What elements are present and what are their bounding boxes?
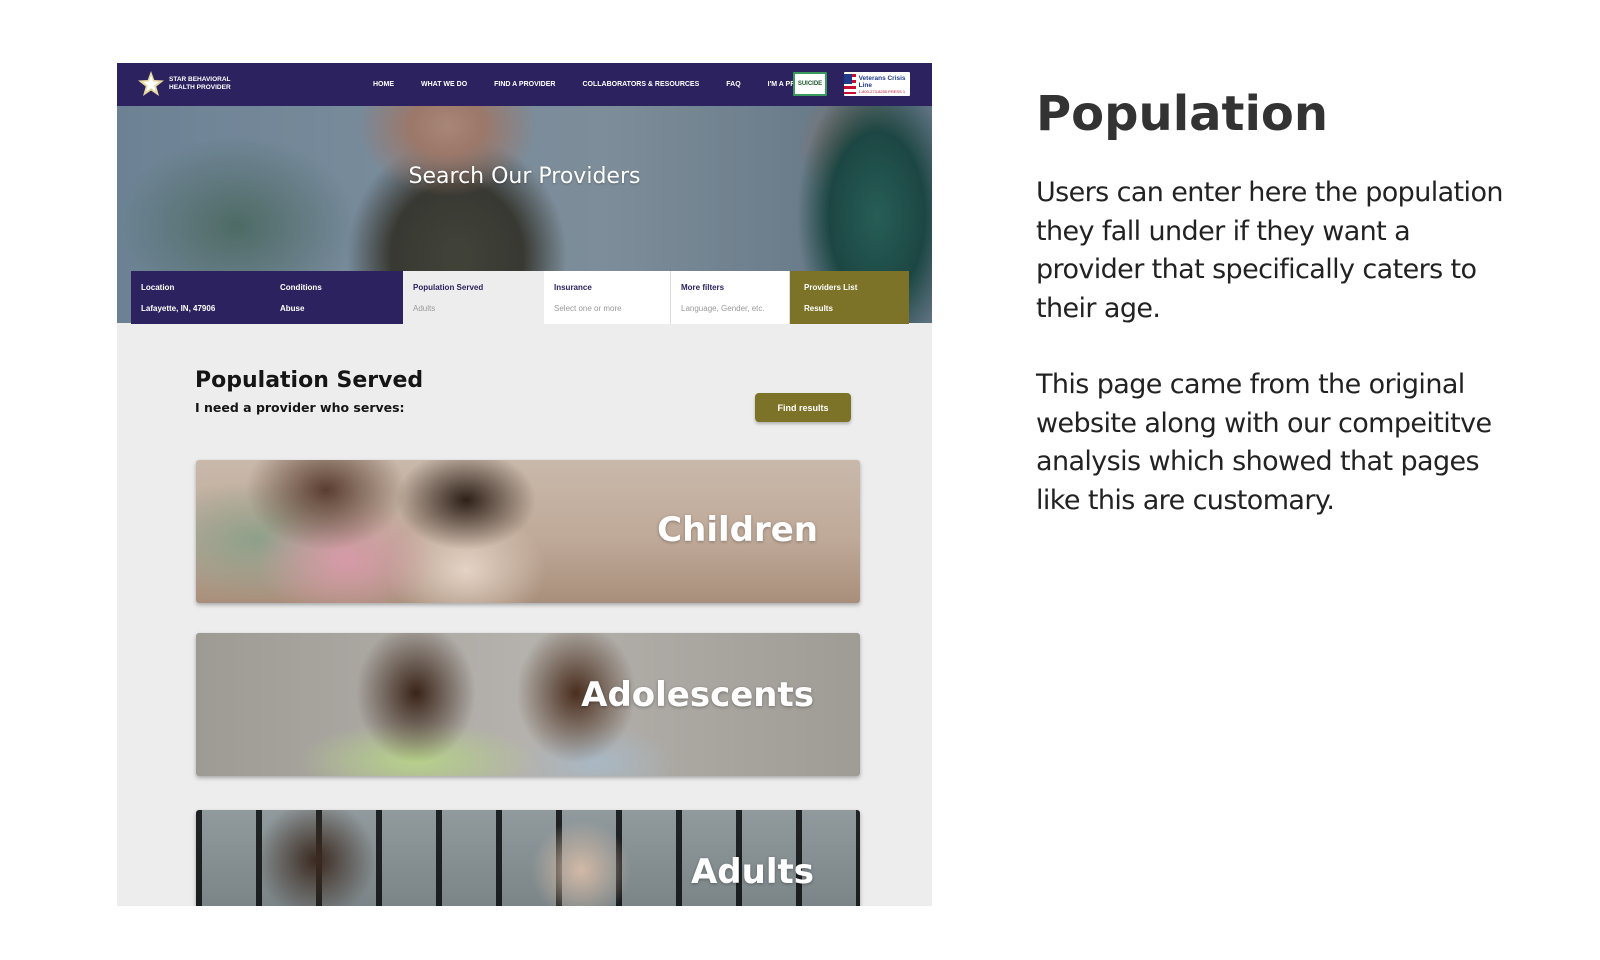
veterans-badge-phone: 1-800-273-8255 PRESS 1 xyxy=(858,88,906,94)
nav-link-what-we-do[interactable]: WHAT WE DO xyxy=(421,81,467,88)
nav-link-collaborators[interactable]: COLLABORATORS & RESOURCES xyxy=(582,81,699,88)
annotation-paragraph-2: This page came from the original website… xyxy=(1036,369,1492,516)
suicide-badge-text: SUICIDE xyxy=(797,81,823,87)
filter-value: Lafayette, IN, 47906 xyxy=(141,304,216,313)
star-logo-icon xyxy=(138,71,164,96)
filter-insurance[interactable]: Insurance Select one or more xyxy=(544,271,671,324)
section-subtitle: I need a provider who serves: xyxy=(195,400,405,415)
filter-location[interactable]: Location Lafayette, IN, 47906 xyxy=(131,271,270,324)
filter-value: Language, Gender, etc. xyxy=(681,304,765,313)
nav-links: HOME WHAT WE DO FIND A PROVIDER COLLABOR… xyxy=(373,63,822,106)
logo-text: STAR BEHAVIORAL HEALTH PROVIDER xyxy=(169,76,231,91)
filter-value: Abuse xyxy=(280,304,305,313)
card-label: Adults xyxy=(690,852,814,892)
filter-label: Conditions xyxy=(280,283,322,292)
suicide-prevention-badge[interactable]: SUICIDE xyxy=(793,72,827,96)
population-card-adults[interactable]: Adults xyxy=(196,810,860,906)
population-card-children[interactable]: Children xyxy=(196,460,860,603)
annotation-title: Population xyxy=(1036,86,1329,142)
nav-link-find-provider[interactable]: FIND A PROVIDER xyxy=(494,81,555,88)
nav-link-home[interactable]: HOME xyxy=(373,81,394,88)
filter-providers-list[interactable]: Providers List Results xyxy=(790,271,909,324)
filter-label: Providers List xyxy=(804,283,858,292)
filter-value: Select one or more xyxy=(554,304,622,313)
site-logo[interactable]: STAR BEHAVIORAL HEALTH PROVIDER xyxy=(137,70,239,98)
card-label: Adolescents xyxy=(581,675,814,715)
section-title: Population Served xyxy=(195,368,424,393)
veterans-badge-text: Veterans Crisis Line xyxy=(858,74,906,89)
filter-conditions[interactable]: Conditions Abuse xyxy=(270,271,403,324)
filter-bar: Location Lafayette, IN, 47906 Conditions… xyxy=(131,271,909,324)
card-label: Children xyxy=(657,510,818,550)
filter-value: Adults xyxy=(413,304,436,313)
filter-label: More filters xyxy=(681,283,725,292)
nav-link-faq[interactable]: FAQ xyxy=(726,81,740,88)
website-mockup: STAR BEHAVIORAL HEALTH PROVIDER HOME WHA… xyxy=(117,63,932,906)
veterans-crisis-line-badge[interactable]: Veterans Crisis Line 1-800-273-8255 PRES… xyxy=(844,72,910,96)
flag-icon xyxy=(844,74,856,94)
filter-more-filters[interactable]: More filters Language, Gender, etc. xyxy=(671,271,790,324)
hero-title: Search Our Providers xyxy=(408,164,641,189)
filter-label: Insurance xyxy=(554,283,592,292)
filter-label: Population Served xyxy=(413,283,484,292)
population-card-adolescents[interactable]: Adolescents xyxy=(196,633,860,776)
annotation-paragraph-1: Users can enter here the population they… xyxy=(1036,177,1503,324)
top-nav: STAR BEHAVIORAL HEALTH PROVIDER HOME WHA… xyxy=(117,63,932,106)
filter-label: Location xyxy=(141,283,175,292)
filter-value: Results xyxy=(804,304,833,313)
filter-population-served[interactable]: Population Served Adults xyxy=(403,271,544,324)
find-results-button[interactable]: Find results xyxy=(755,393,851,422)
